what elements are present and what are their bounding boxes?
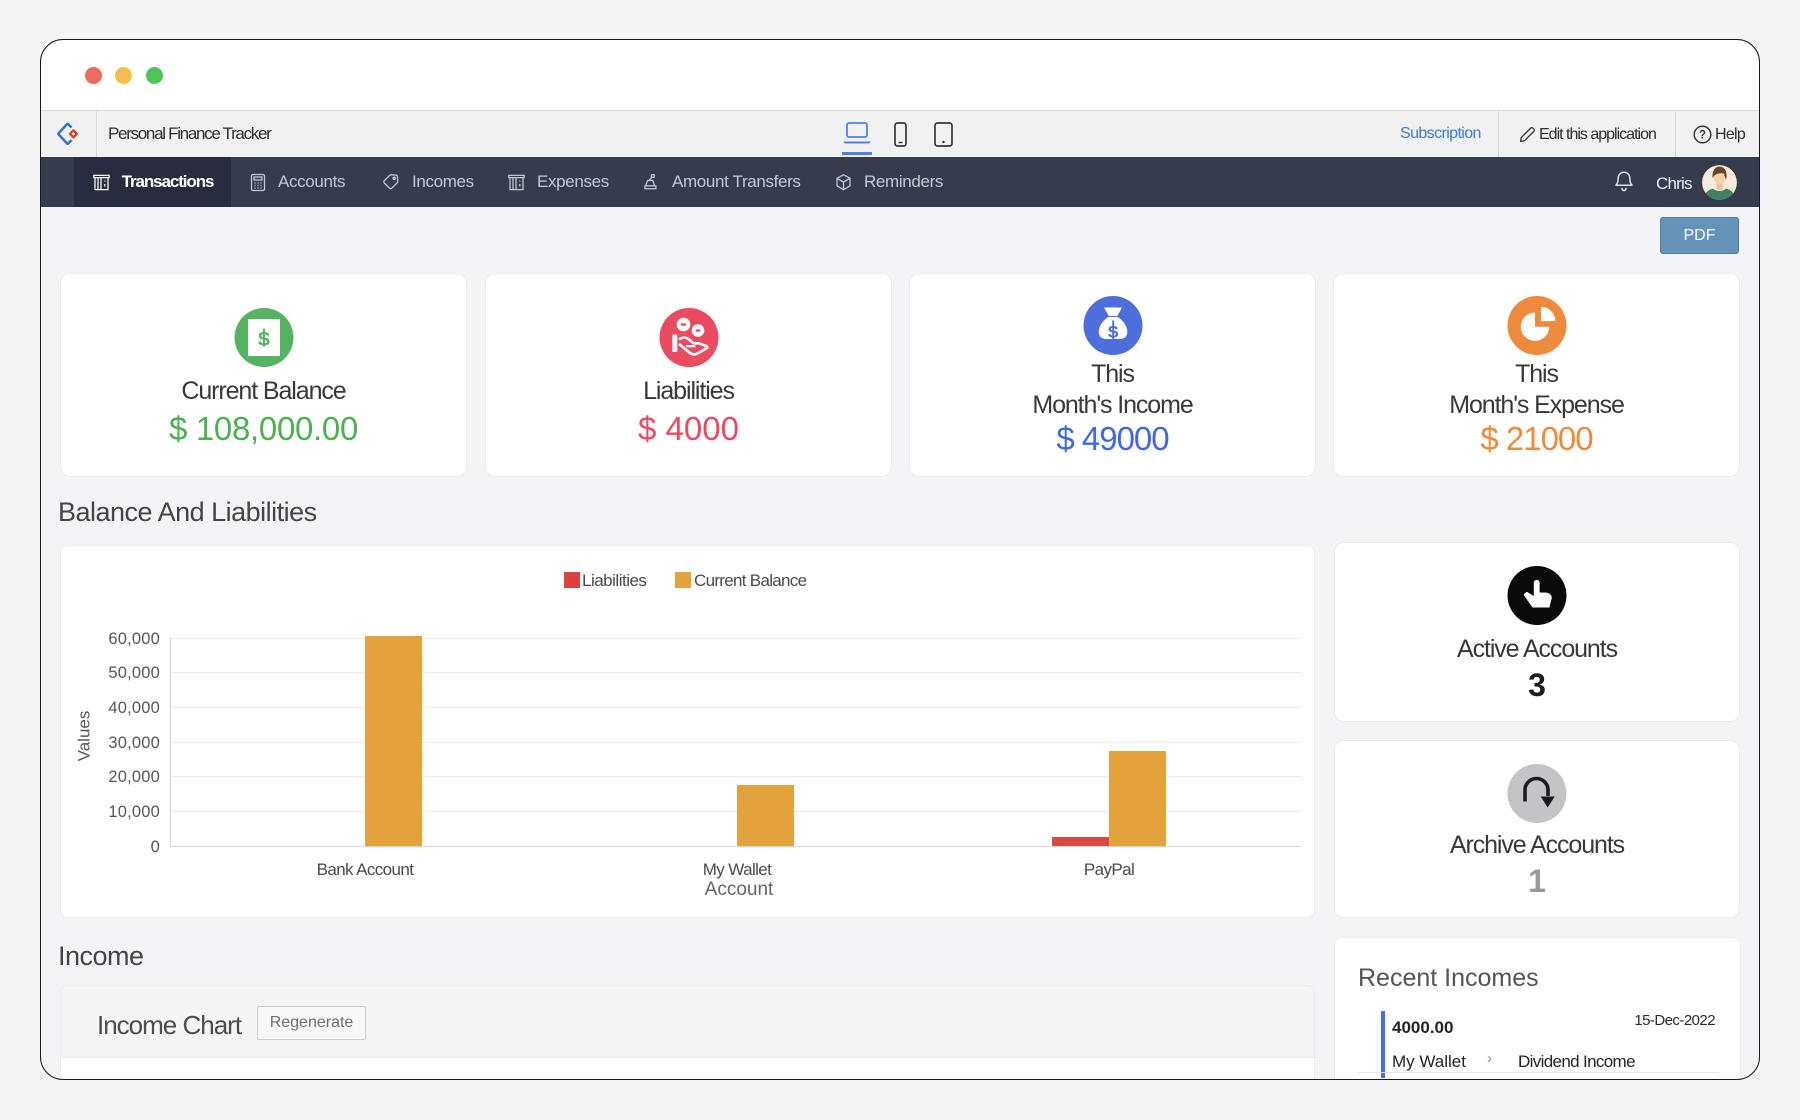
svg-text:?: ? (1699, 130, 1706, 142)
